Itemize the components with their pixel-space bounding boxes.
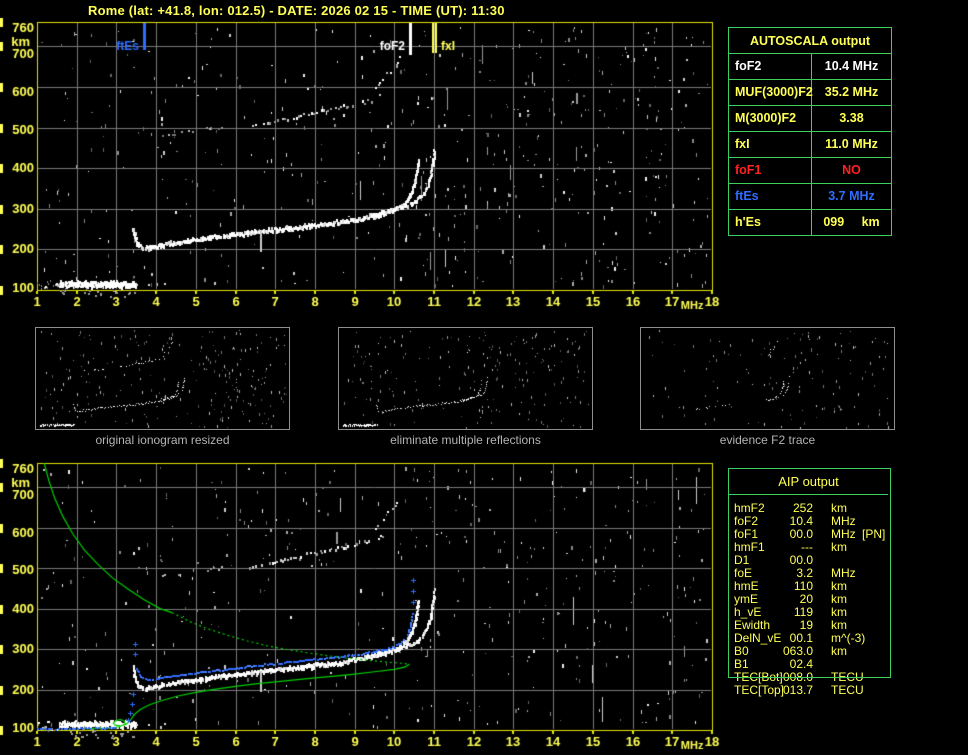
table-row-fof2: foF2 10.4 MHz	[729, 53, 891, 79]
table-row-muf3000f2: MUF(3000)F2 35.2 MHz	[729, 79, 891, 105]
row-label: h'Es	[729, 210, 812, 235]
aip-table-frame	[728, 468, 891, 678]
row-label: ftEs	[729, 184, 812, 209]
table-row-ftes: ftEs 3.7 MHz	[729, 183, 891, 209]
row-value: 35.2 MHz	[824, 85, 879, 99]
row-label: M(3000)F2	[729, 106, 812, 131]
aip-row-tec[top]: TEC[Top] 013.7 TECU	[729, 684, 890, 697]
row-label: foF2	[729, 54, 812, 79]
thumbnail-eliminate-reflections	[338, 327, 593, 430]
thumbnail-caption: evidence F2 trace	[719, 433, 816, 447]
thumbnail-original-ionogram	[35, 327, 290, 430]
autoscala-output-table: AUTOSCALA output foF2 10.4 MHz MUF(3000)…	[728, 27, 892, 236]
autoscala-screen: { "title": "Rome (lat: +41.8, lon: 012.5…	[0, 0, 968, 755]
row-value: 099 km	[823, 215, 880, 229]
thumbnail-eliminate-canvas	[339, 328, 592, 429]
aip-value: 013.7	[782, 683, 813, 697]
thumbnail-caption: eliminate multiple reflections	[390, 433, 541, 447]
thumbnail-evidence-canvas	[641, 328, 894, 429]
table-row-m3000f2: M(3000)F2 3.38	[729, 105, 891, 131]
row-value: 10.4 MHz	[824, 59, 879, 73]
autoscala-table-title: AUTOSCALA output	[749, 34, 871, 48]
row-value: 11.0 MHz	[825, 137, 878, 151]
thumbnail-original-canvas	[36, 328, 289, 429]
thumbnail-evidence-f2	[640, 327, 895, 430]
table-row-fxi: fxI 11.0 MHz	[729, 131, 891, 157]
row-value: 3.7 MHz	[828, 189, 875, 203]
row-value: NO	[842, 163, 861, 177]
row-label: foF1	[729, 158, 812, 183]
row-label: MUF(3000)F2	[729, 80, 813, 105]
aip-unit: TECU	[831, 683, 864, 697]
thumbnail-caption: original ionogram resized	[95, 433, 230, 447]
table-row-fof1: foF1 NO	[729, 157, 891, 183]
table-row-hes: h'Es 099 km	[729, 209, 891, 235]
row-label: fxI	[729, 132, 812, 157]
row-value: 3.38	[839, 111, 864, 125]
